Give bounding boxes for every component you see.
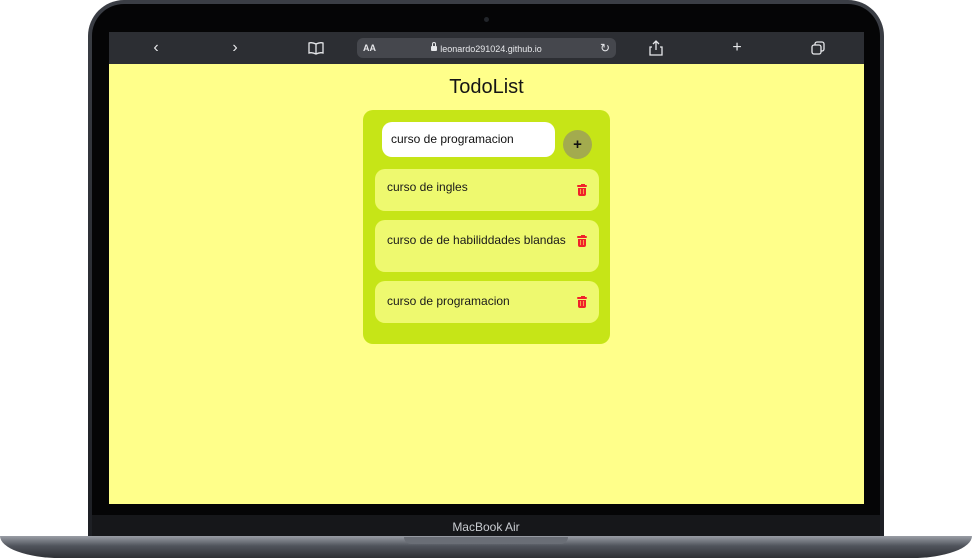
trash-icon[interactable]	[577, 235, 587, 247]
todo-item-text: curso de ingles	[387, 180, 468, 194]
todo-item-text: curso de programacion	[387, 294, 510, 308]
back-icon[interactable]: ‹	[145, 38, 167, 58]
browser-screen: ‹ › AA leonardo291024.github.io ↻ + Todo…	[109, 32, 864, 504]
browser-toolbar: ‹ › AA leonardo291024.github.io ↻ +	[109, 32, 864, 64]
tabs-icon[interactable]	[807, 38, 829, 58]
camera-icon	[484, 17, 489, 22]
todo-item: curso de programacion	[375, 281, 599, 323]
todo-input[interactable]: curso de programacion	[382, 122, 555, 157]
todo-item: curso de de habiliddades blandas	[375, 220, 599, 272]
new-tab-icon[interactable]: +	[726, 38, 748, 58]
url-text: leonardo291024.github.io	[440, 44, 542, 54]
reload-icon[interactable]: ↻	[600, 38, 610, 58]
lock-icon	[431, 42, 438, 51]
share-icon[interactable]	[645, 38, 667, 58]
bookmarks-icon[interactable]	[305, 38, 327, 58]
todo-card: curso de programacion + curso de ingles …	[363, 110, 610, 344]
device-label: MacBook Air	[452, 520, 520, 534]
page-title: TodoList	[449, 76, 524, 98]
address-bar[interactable]: AA leonardo291024.github.io ↻	[357, 38, 616, 58]
trash-icon[interactable]	[577, 184, 587, 196]
laptop-notch	[404, 537, 568, 544]
add-todo-button[interactable]: +	[563, 130, 592, 159]
forward-icon[interactable]: ›	[224, 38, 246, 58]
trash-icon[interactable]	[577, 296, 587, 308]
todo-item: curso de ingles	[375, 169, 599, 211]
todo-item-text: curso de de habiliddades blandas	[387, 233, 566, 247]
